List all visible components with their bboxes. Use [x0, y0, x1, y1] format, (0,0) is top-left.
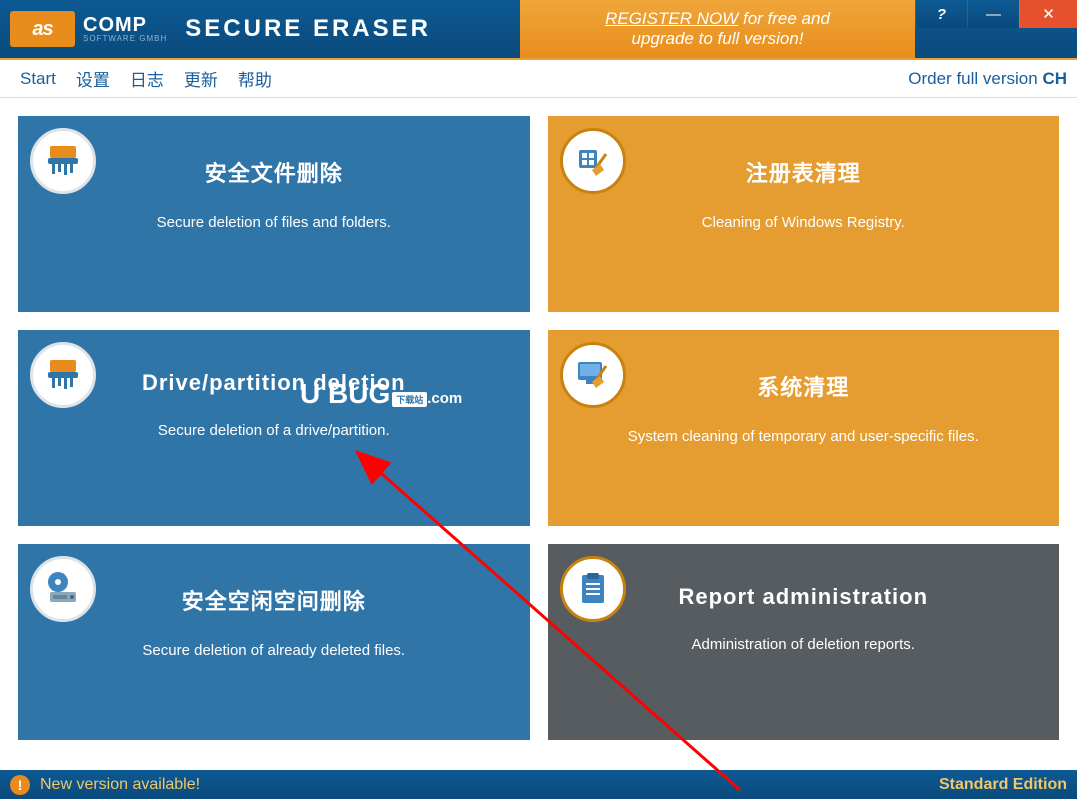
help-button[interactable]: ?	[915, 0, 967, 28]
menubar: Start 设置 日志 更新 帮助 Order full version CH	[0, 58, 1077, 98]
logo-badge: as	[10, 11, 75, 47]
register-line2: upgrade to full version!	[632, 29, 804, 49]
menu-start[interactable]: Start	[10, 65, 66, 93]
logo-comp: COMP	[83, 15, 167, 35]
logo-subtext: SOFTWARE GMBH	[83, 35, 167, 43]
shredder-icon	[30, 128, 96, 194]
titlebar: as COMP SOFTWARE GMBH SECURE ERASER REGI…	[0, 0, 1077, 58]
tile-registry-cleaning[interactable]: 注册表清理 Cleaning of Windows Registry.	[548, 116, 1060, 312]
tile-secure-file-deletion[interactable]: 安全文件删除 Secure deletion of files and fold…	[18, 116, 530, 312]
close-button[interactable]: ✕	[1019, 0, 1077, 28]
minimize-button[interactable]: —	[967, 0, 1019, 28]
status-text[interactable]: New version available!	[40, 776, 200, 794]
tile-title: 安全空闲空间删除	[46, 584, 502, 616]
logo-text: COMP SOFTWARE GMBH	[83, 15, 167, 43]
tile-title: 安全文件删除	[46, 156, 502, 188]
tile-desc: Administration of deletion reports.	[576, 634, 1032, 657]
app-title: SECURE ERASER	[185, 15, 431, 43]
menu-log[interactable]: 日志	[120, 62, 174, 95]
registry-broom-icon	[560, 128, 626, 194]
tile-drive-partition-deletion[interactable]: Drive/partition deletion Secure deletion…	[18, 330, 530, 526]
drive-shredder-icon	[30, 342, 96, 408]
tile-grid: 安全文件删除 Secure deletion of files and fold…	[18, 116, 1059, 740]
register-banner[interactable]: REGISTER NOW for free and upgrade to ful…	[520, 0, 915, 58]
edition-label: Standard Edition	[939, 776, 1067, 794]
logo-section: as COMP SOFTWARE GMBH	[0, 11, 167, 47]
order-full-version-link[interactable]: Order full version CH	[908, 69, 1067, 89]
tile-title: 注册表清理	[576, 156, 1032, 188]
monitor-broom-icon	[560, 342, 626, 408]
window-controls: ? — ✕	[915, 0, 1077, 28]
alert-icon: !	[10, 775, 30, 795]
tile-report-administration[interactable]: Report administration Administration of …	[548, 544, 1060, 740]
tile-desc: Cleaning of Windows Registry.	[576, 212, 1032, 235]
tile-title: 系统清理	[576, 370, 1032, 402]
register-line1: REGISTER NOW for free and	[605, 9, 830, 29]
tile-desc: Secure deletion of files and folders.	[46, 212, 502, 235]
tile-free-space-deletion[interactable]: 安全空闲空间删除 Secure deletion of already dele…	[18, 544, 530, 740]
menu-help[interactable]: 帮助	[228, 62, 282, 95]
tile-desc: Secure deletion of already deleted files…	[46, 640, 502, 663]
clipboard-icon	[560, 556, 626, 622]
menu-settings[interactable]: 设置	[66, 62, 120, 95]
disc-drive-icon	[30, 556, 96, 622]
tile-system-cleaning[interactable]: 系统清理 System cleaning of temporary and us…	[548, 330, 1060, 526]
statusbar: ! New version available! Standard Editio…	[0, 770, 1077, 799]
tile-title: Report administration	[576, 584, 1032, 610]
menu-update[interactable]: 更新	[174, 62, 228, 95]
tile-desc: Secure deletion of a drive/partition.	[46, 420, 502, 443]
tile-desc: System cleaning of temporary and user-sp…	[576, 426, 1032, 449]
content-area: 安全文件删除 Secure deletion of files and fold…	[0, 98, 1077, 770]
tile-title: Drive/partition deletion	[46, 370, 502, 396]
